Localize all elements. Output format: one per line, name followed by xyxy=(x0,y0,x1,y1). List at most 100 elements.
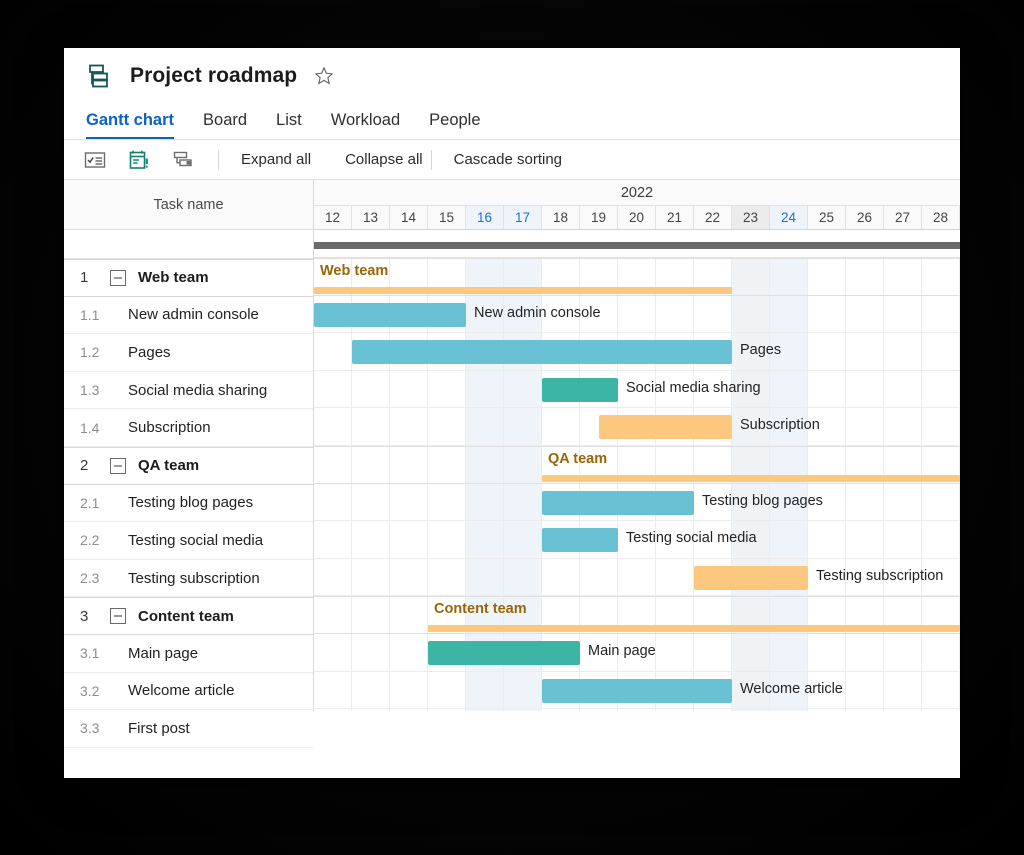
task-number: 1 xyxy=(80,269,89,287)
task-group-row[interactable]: 3 Content team xyxy=(64,597,313,635)
day-header-cell-18[interactable]: 18 xyxy=(542,206,580,229)
task-group-row[interactable]: 2 QA team xyxy=(64,446,313,485)
task-name-label: QA team xyxy=(138,457,200,475)
gantt-bar[interactable] xyxy=(542,678,732,703)
toolbar-divider-2 xyxy=(430,149,432,170)
gantt-bar-label: Social media sharing xyxy=(626,379,761,396)
chart-group-row: QA team xyxy=(314,445,960,484)
expand-all-button[interactable]: Expand all xyxy=(235,151,317,168)
task-name-label: First post xyxy=(128,719,190,737)
task-number: 2.2 xyxy=(80,532,100,549)
task-name-label: Social media sharing xyxy=(128,381,268,399)
collapse-toggle-icon[interactable] xyxy=(110,269,126,286)
toolbar-divider-1 xyxy=(218,149,219,170)
group-bar-label: QA team xyxy=(548,450,608,467)
page-title: Project roadmap xyxy=(130,64,298,87)
task-row[interactable]: 3.3 First post xyxy=(64,710,313,748)
gantt-canvas: Web team New admin console Pages Social med… xyxy=(314,258,960,711)
summary-bar[interactable] xyxy=(428,624,960,632)
gantt-bar[interactable] xyxy=(542,528,618,553)
horizontal-scrollbar[interactable] xyxy=(314,242,960,249)
task-row[interactable]: 1.1 New admin console xyxy=(64,297,313,335)
day-header-cell-26[interactable]: 26 xyxy=(846,206,884,229)
day-header-cell-14[interactable]: 14 xyxy=(390,206,428,229)
cascade-sorting-button[interactable]: Cascade sorting xyxy=(448,151,568,168)
task-list-icon[interactable] xyxy=(84,149,106,171)
gantt-bar-label: Subscription xyxy=(740,417,820,434)
task-row[interactable]: 2.2 Testing social media xyxy=(64,522,313,560)
task-column-header: Task name xyxy=(64,180,313,230)
gantt-bar-label: Main page xyxy=(588,642,656,659)
day-header-cell-17[interactable]: 17 xyxy=(504,206,542,229)
horizontal-scroll-row xyxy=(314,230,960,258)
chart-task-row: Testing blog pages xyxy=(314,484,960,522)
day-header-cell-24[interactable]: 24 xyxy=(770,206,808,229)
gantt-bar[interactable] xyxy=(599,415,732,440)
task-number: 3.2 xyxy=(80,682,100,699)
gantt-bar[interactable] xyxy=(542,490,694,515)
summary-bar[interactable] xyxy=(542,474,960,482)
task-number: 2 xyxy=(80,457,89,475)
task-row[interactable]: 2.3 Testing subscription xyxy=(64,560,313,598)
calendar-alert-icon[interactable] xyxy=(128,149,150,171)
task-number: 1.4 xyxy=(80,419,100,436)
task-row[interactable]: 1.2 Pages xyxy=(64,334,313,372)
gantt-bar[interactable] xyxy=(314,302,466,327)
task-name-label: Web team xyxy=(138,269,209,287)
star-icon[interactable] xyxy=(313,65,335,87)
task-row[interactable]: 1.3 Social media sharing xyxy=(64,372,313,410)
task-name-label: Testing subscription xyxy=(128,569,260,587)
gantt-bar[interactable] xyxy=(428,640,580,665)
day-header-cell-13[interactable]: 13 xyxy=(352,206,390,229)
collapse-toggle-icon[interactable] xyxy=(110,608,126,625)
day-header-cell-22[interactable]: 22 xyxy=(694,206,732,229)
day-header-cell-12[interactable]: 12 xyxy=(314,206,352,229)
tab-list[interactable]: List xyxy=(276,111,302,139)
day-header-cell-23[interactable]: 23 xyxy=(732,206,770,229)
collapse-all-button[interactable]: Collapse all xyxy=(339,151,429,168)
day-header: 12 13 14 15 16 17 18 19 20 21 22 23 24 25 26 27 28 xyxy=(314,206,960,230)
task-name-label: Subscription xyxy=(128,419,211,437)
task-number: 1.1 xyxy=(80,306,100,323)
gantt-bar[interactable] xyxy=(352,340,732,365)
tab-board[interactable]: Board xyxy=(203,111,247,139)
tab-people[interactable]: People xyxy=(429,111,480,139)
gantt-bar[interactable] xyxy=(694,565,808,590)
chart-task-row: Pages xyxy=(314,333,960,371)
day-header-cell-28[interactable]: 28 xyxy=(922,206,960,229)
chart-group-row: Content team xyxy=(314,596,960,634)
task-name-label: Content team xyxy=(138,607,234,625)
task-row[interactable]: 2.1 Testing blog pages xyxy=(64,485,313,523)
task-row[interactable]: 3.2 Welcome article xyxy=(64,673,313,711)
day-header-cell-15[interactable]: 15 xyxy=(428,206,466,229)
subtask-hierarchy-icon[interactable] xyxy=(172,149,194,171)
chart-task-row: Social media sharing xyxy=(314,371,960,409)
group-bar-label: Content team xyxy=(434,601,527,618)
gantt-bar-label: Testing social media xyxy=(626,530,757,547)
chart-task-row: Testing social media xyxy=(314,521,960,559)
task-row[interactable]: 1.4 Subscription xyxy=(64,409,313,447)
day-header-cell-25[interactable]: 25 xyxy=(808,206,846,229)
summary-bar[interactable] xyxy=(314,286,732,294)
tab-gantt-chart[interactable]: Gantt chart xyxy=(86,111,175,139)
day-header-cell-21[interactable]: 21 xyxy=(656,206,694,229)
gantt-bar[interactable] xyxy=(542,377,618,402)
collapse-toggle-icon[interactable] xyxy=(110,457,126,474)
task-name-label: Main page xyxy=(128,644,199,662)
gantt-bar-label: New admin console xyxy=(474,304,601,321)
gantt-grid: Task name 1 Web team 1.1 New admin console 1… xyxy=(64,180,960,748)
project-hierarchy-icon xyxy=(86,63,112,89)
title-bar: Project roadmap xyxy=(64,48,960,104)
task-name-label: New admin console xyxy=(128,306,259,324)
day-header-cell-20[interactable]: 20 xyxy=(618,206,656,229)
year-header: 2022 xyxy=(314,180,960,206)
task-name-label: Testing blog pages xyxy=(128,494,254,512)
tab-workload[interactable]: Workload xyxy=(331,111,400,139)
day-header-cell-16[interactable]: 16 xyxy=(466,206,504,229)
day-header-cell-27[interactable]: 27 xyxy=(884,206,922,229)
day-header-cell-19[interactable]: 19 xyxy=(580,206,618,229)
chart-task-row: Subscription xyxy=(314,408,960,446)
task-row[interactable]: 3.1 Main page xyxy=(64,635,313,673)
task-number: 3 xyxy=(80,607,89,625)
task-group-row[interactable]: 1 Web team xyxy=(64,259,313,297)
